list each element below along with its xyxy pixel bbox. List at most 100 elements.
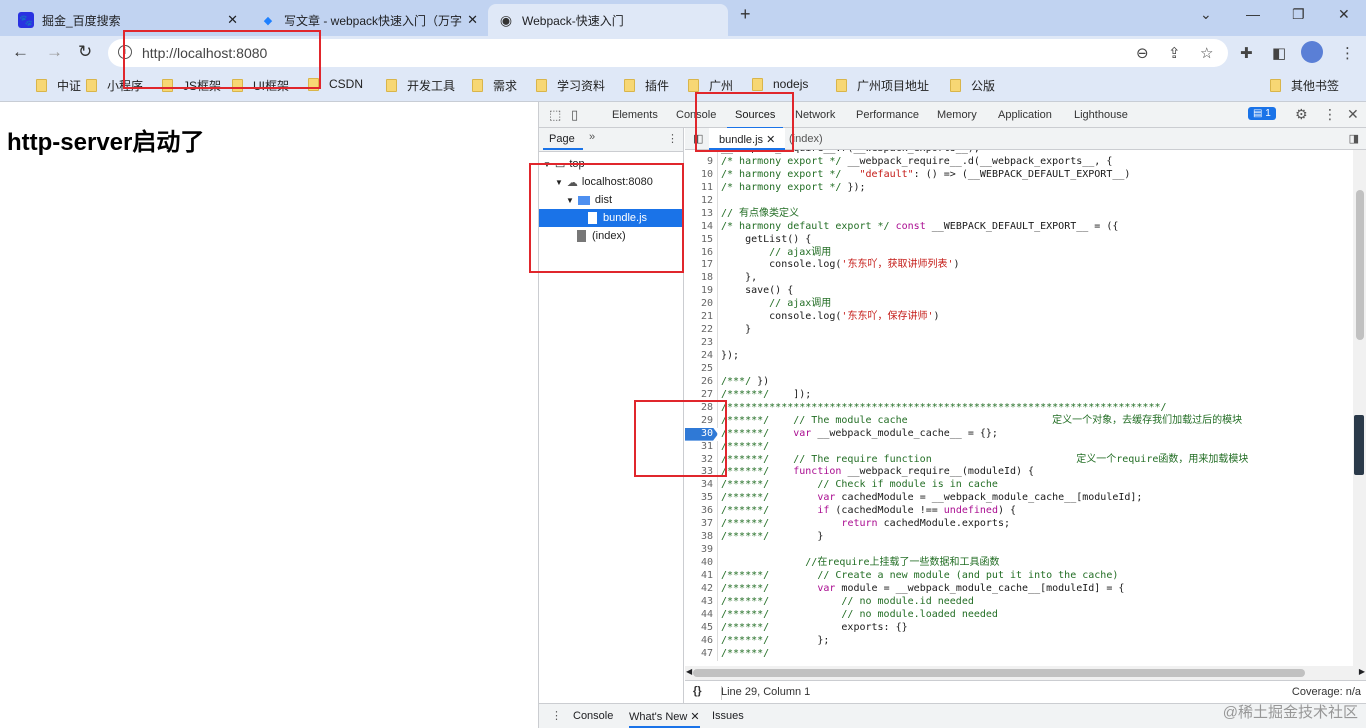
scroll-thumb[interactable]: [693, 669, 1305, 677]
line-number[interactable]: 19: [685, 285, 718, 299]
vertical-scrollbar[interactable]: [1353, 150, 1366, 666]
tree-item-dist[interactable]: ▼ dist: [566, 191, 612, 209]
expand-arrow-icon[interactable]: ▼: [555, 178, 563, 187]
line-number[interactable]: 20: [685, 298, 718, 312]
line-number[interactable]: 14: [685, 220, 718, 234]
zoom-icon[interactable]: ⊖: [1136, 44, 1149, 62]
tab-performance[interactable]: Performance: [856, 109, 919, 121]
other-bookmarks[interactable]: 其他书签: [1270, 77, 1339, 94]
tab-application[interactable]: Application: [998, 109, 1052, 121]
line-number[interactable]: 23: [685, 337, 718, 350]
bookmark-item[interactable]: 插件: [624, 77, 669, 94]
line-number[interactable]: 38: [685, 531, 718, 545]
drawer-tab-whats-new[interactable]: What's New ✕: [629, 710, 700, 728]
line-number[interactable]: 29: [685, 414, 718, 428]
bookmark-item[interactable]: 需求: [472, 77, 517, 94]
line-number[interactable]: 17: [685, 259, 718, 273]
line-number[interactable]: 28: [685, 401, 718, 415]
toggle-debugger-icon[interactable]: ◨: [1349, 132, 1359, 145]
bookmark-item[interactable]: 中证: [36, 77, 81, 94]
line-number[interactable]: 31: [685, 440, 718, 454]
scroll-left-icon[interactable]: ◀: [686, 667, 692, 676]
line-number[interactable]: 9: [685, 155, 718, 169]
bookmark-item[interactable]: 小程序: [86, 77, 143, 94]
horizontal-scrollbar[interactable]: ◀ ▶: [685, 666, 1366, 680]
bookmark-item[interactable]: 广州项目地址: [836, 77, 929, 94]
scroll-right-icon[interactable]: ▶: [1359, 667, 1365, 676]
line-number[interactable]: 33: [685, 466, 718, 480]
tree-item-top[interactable]: ▼ ▭ top: [543, 155, 585, 173]
url-text[interactable]: http://localhost:8080: [142, 45, 267, 61]
line-number[interactable]: 16: [685, 246, 718, 260]
line-number[interactable]: 22: [685, 324, 718, 338]
forward-icon[interactable]: →: [46, 42, 63, 62]
code-area[interactable]: 8__webpack_require__.r(__webpack_exports…: [685, 150, 1353, 666]
line-number[interactable]: 42: [685, 582, 718, 596]
line-number[interactable]: 35: [685, 492, 718, 506]
expand-arrow-icon[interactable]: ▼: [543, 160, 551, 169]
drawer-tab-issues[interactable]: Issues: [712, 710, 744, 722]
close-devtools-icon[interactable]: ✕: [1347, 106, 1359, 123]
close-tab-icon[interactable]: ✕: [467, 12, 478, 28]
scroll-thumb[interactable]: [1356, 190, 1364, 340]
minimize-icon[interactable]: —: [1246, 6, 1260, 22]
close-tab-icon[interactable]: ✕: [690, 711, 699, 723]
line-number[interactable]: 11: [685, 181, 718, 195]
toggle-navigator-icon[interactable]: ◧: [693, 132, 703, 145]
line-number[interactable]: 27: [685, 388, 718, 402]
tab-baidu[interactable]: 🐾 掘金_百度搜索 ✕: [8, 4, 248, 36]
tab-sources[interactable]: Sources: [726, 109, 784, 129]
tree-item-bundle-js[interactable]: bundle.js: [539, 209, 683, 227]
drawer-tab-console[interactable]: Console: [573, 710, 613, 722]
tree-item-index[interactable]: (index): [577, 227, 626, 245]
line-number[interactable]: 24: [685, 350, 718, 363]
share-icon[interactable]: ⇪: [1168, 44, 1181, 62]
tab-memory[interactable]: Memory: [937, 109, 977, 121]
issues-badge[interactable]: ▤ 1: [1248, 107, 1276, 120]
line-number[interactable]: 13: [685, 207, 718, 221]
line-number[interactable]: 32: [685, 453, 718, 467]
line-number[interactable]: 36: [685, 505, 718, 519]
line-number[interactable]: 40: [685, 557, 718, 570]
tab-elements[interactable]: Elements: [612, 109, 658, 121]
line-number[interactable]: 43: [685, 595, 718, 609]
line-number[interactable]: 25: [685, 362, 718, 376]
tab-juejin[interactable]: ◆ 写文章 - webpack快速入门（万字 ✕: [250, 4, 488, 36]
close-tab-icon[interactable]: ✕: [766, 134, 775, 146]
side-panel-icon[interactable]: ◧: [1272, 44, 1286, 62]
restore-icon[interactable]: ❐: [1292, 6, 1305, 23]
device-toolbar-icon[interactable]: ▯: [571, 107, 578, 123]
menu-icon[interactable]: ⋮: [1340, 44, 1355, 62]
bookmark-item[interactable]: 开发工具: [386, 77, 455, 94]
editor-tab-index[interactable]: (index): [789, 133, 823, 145]
tab-lighthouse[interactable]: Lighthouse: [1074, 109, 1128, 121]
bookmark-item[interactable]: 广州: [688, 77, 733, 94]
pretty-print-button[interactable]: {}: [693, 685, 702, 697]
expand-arrow-icon[interactable]: ▼: [566, 196, 574, 205]
avatar[interactable]: [1301, 41, 1323, 63]
bookmark-item[interactable]: 公版: [950, 77, 995, 94]
bookmark-item[interactable]: nodejs: [752, 77, 808, 91]
inspect-icon[interactable]: ⬚: [549, 107, 561, 123]
bookmark-item[interactable]: 学习资料: [536, 77, 605, 94]
line-number[interactable]: 45: [685, 621, 718, 635]
line-number[interactable]: 21: [685, 311, 718, 325]
new-tab-icon[interactable]: +: [740, 4, 751, 25]
tab-webpack[interactable]: ◉ Webpack-快速入门: [488, 4, 728, 36]
info-icon[interactable]: i: [118, 45, 132, 59]
reload-icon[interactable]: ↻: [78, 42, 92, 62]
line-number[interactable]: 37: [685, 518, 718, 532]
line-number[interactable]: 10: [685, 168, 718, 182]
bookmark-item[interactable]: UI框架: [232, 77, 289, 94]
line-number[interactable]: 15: [685, 233, 718, 247]
settings-gear-icon[interactable]: ⚙: [1295, 106, 1308, 123]
close-tab-icon[interactable]: ✕: [227, 12, 238, 28]
back-icon[interactable]: ←: [12, 42, 29, 62]
navigator-menu-icon[interactable]: ⋮: [667, 132, 678, 145]
tab-page[interactable]: Page: [549, 133, 575, 145]
line-number[interactable]: 26: [685, 375, 718, 389]
line-number[interactable]: 46: [685, 634, 718, 648]
drawer-menu-icon[interactable]: ⋮: [551, 709, 562, 722]
tab-search-icon[interactable]: ⌄: [1200, 6, 1212, 23]
close-window-icon[interactable]: ✕: [1338, 6, 1350, 23]
